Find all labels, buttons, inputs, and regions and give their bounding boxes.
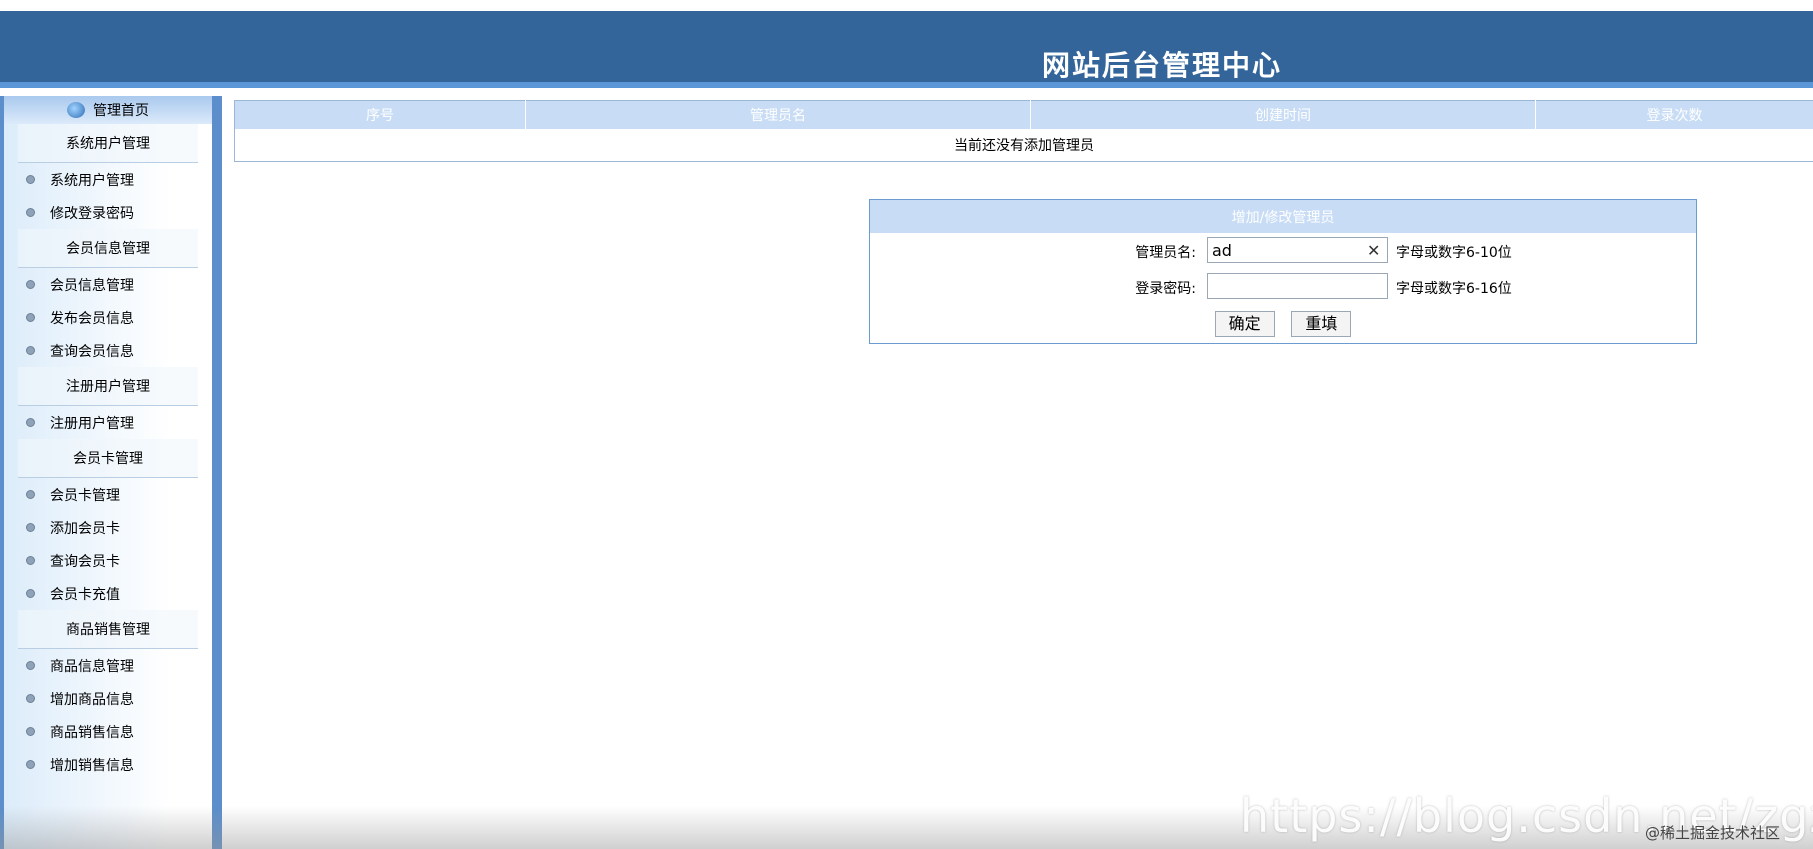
bullet-icon — [26, 490, 35, 499]
admin-form: 增加/修改管理员 管理员名: ✕ 字母或数字6-10位 登录密码: 字母或数字6… — [869, 199, 1697, 344]
password-row: 登录密码: 字母或数字6-16位 — [870, 269, 1696, 305]
bullet-icon — [26, 661, 35, 670]
bullet-icon — [26, 760, 35, 769]
form-buttons: 确定 重填 — [870, 311, 1696, 337]
sidebar-group-title: 商品销售管理 — [18, 610, 198, 649]
globe-icon — [67, 102, 85, 118]
form-title: 增加/修改管理员 — [870, 200, 1696, 233]
sidebar-group-title: 会员卡管理 — [18, 439, 198, 478]
sidebar-item-add-card[interactable]: 添加会员卡 — [4, 511, 212, 544]
bullet-icon — [26, 556, 35, 565]
sidebar-item-product-info[interactable]: 商品信息管理 — [4, 649, 212, 682]
password-hint: 字母或数字6-16位 — [1396, 281, 1512, 297]
sidebar-item-recharge-card[interactable]: 会员卡充值 — [4, 577, 212, 610]
sidebar-group-title: 注册用户管理 — [18, 367, 198, 406]
sidebar-item-label: 增加销售信息 — [50, 757, 134, 774]
column-header: 创建时间 — [1030, 100, 1536, 129]
sidebar: 管理首页 系统用户管理 系统用户管理 修改登录密码 会员信息管理 会员信息管理 … — [0, 96, 222, 849]
sidebar-group-title: 会员信息管理 — [18, 229, 198, 268]
bullet-icon — [26, 208, 35, 217]
password-input[interactable] — [1207, 273, 1388, 299]
sidebar-item-label: 商品销售信息 — [50, 724, 134, 741]
sidebar-item-label: 添加会员卡 — [50, 520, 120, 537]
sidebar-item-label: 系统用户管理 — [50, 172, 134, 189]
bullet-icon — [26, 313, 35, 322]
sidebar-item-label: 查询会员卡 — [50, 553, 120, 570]
sidebar-home[interactable]: 管理首页 — [4, 96, 212, 124]
sidebar-home-label: 管理首页 — [93, 103, 149, 119]
name-row: 管理员名: ✕ 字母或数字6-10位 — [870, 233, 1696, 269]
bullet-icon — [26, 589, 35, 598]
sidebar-item-card-manage[interactable]: 会员卡管理 — [4, 478, 212, 511]
sidebar-item-member-info[interactable]: 会员信息管理 — [4, 268, 212, 301]
sidebar-item-add-product[interactable]: 增加商品信息 — [4, 682, 212, 715]
top-strip — [0, 0, 1813, 11]
sidebar-item-add-sales[interactable]: 增加销售信息 — [4, 748, 212, 781]
name-hint: 字母或数字6-10位 — [1396, 245, 1512, 261]
bullet-icon — [26, 346, 35, 355]
admin-table: 序号 管理员名 创建时间 登录次数 当前还没有添加管理员 — [234, 100, 1813, 162]
sidebar-item-label: 查询会员信息 — [50, 343, 134, 360]
empty-message: 当前还没有添加管理员 — [234, 129, 1813, 162]
bullet-icon — [26, 418, 35, 427]
clear-icon[interactable]: ✕ — [1367, 241, 1380, 260]
admin-name-input[interactable] — [1207, 237, 1388, 263]
bullet-icon — [26, 280, 35, 289]
confirm-button[interactable]: 确定 — [1214, 311, 1275, 337]
sidebar-item-registered-users[interactable]: 注册用户管理 — [4, 406, 212, 439]
table-header-row: 序号 管理员名 创建时间 登录次数 — [234, 100, 1813, 129]
column-header: 管理员名 — [525, 100, 1031, 129]
name-label: 管理员名: — [1135, 245, 1196, 261]
sidebar-item-label: 会员卡管理 — [50, 487, 120, 504]
reset-button[interactable]: 重填 — [1291, 311, 1352, 337]
bullet-icon — [26, 523, 35, 532]
sidebar-item-label: 商品信息管理 — [50, 658, 134, 675]
sidebar-group-title: 系统用户管理 — [18, 124, 198, 163]
watermark-site: @稀土掘金技术社区 — [1645, 824, 1781, 842]
header-banner: 网站后台管理中心 — [0, 11, 1813, 88]
sidebar-item-publish-member[interactable]: 发布会员信息 — [4, 301, 212, 334]
password-label: 登录密码: — [1135, 281, 1196, 297]
sidebar-item-sales-info[interactable]: 商品销售信息 — [4, 715, 212, 748]
sidebar-item-change-password[interactable]: 修改登录密码 — [4, 196, 212, 229]
table-row: 当前还没有添加管理员 — [234, 129, 1813, 162]
sidebar-item-label: 注册用户管理 — [50, 415, 134, 432]
column-header: 登录次数 — [1535, 100, 1813, 129]
sidebar-menu: 管理首页 系统用户管理 系统用户管理 修改登录密码 会员信息管理 会员信息管理 … — [4, 96, 212, 849]
sidebar-item-label: 会员信息管理 — [50, 277, 134, 294]
page-title: 网站后台管理中心 — [1042, 49, 1283, 82]
sidebar-item-label: 修改登录密码 — [50, 205, 134, 222]
sidebar-item-query-card[interactable]: 查询会员卡 — [4, 544, 212, 577]
column-header: 序号 — [234, 100, 526, 129]
sidebar-item-label: 发布会员信息 — [50, 310, 134, 327]
sidebar-item-label: 会员卡充值 — [50, 586, 120, 603]
sidebar-item-query-member[interactable]: 查询会员信息 — [4, 334, 212, 367]
sidebar-item-label: 增加商品信息 — [50, 691, 134, 708]
bullet-icon — [26, 175, 35, 184]
bullet-icon — [26, 727, 35, 736]
bullet-icon — [26, 694, 35, 703]
sidebar-item-system-users[interactable]: 系统用户管理 — [4, 163, 212, 196]
